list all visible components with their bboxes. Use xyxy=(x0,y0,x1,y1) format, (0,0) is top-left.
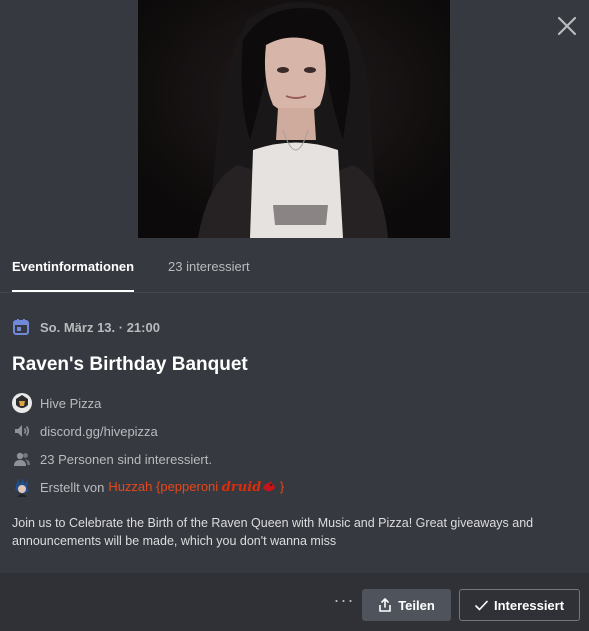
interested-label: Interessiert xyxy=(493,597,565,613)
event-description: Join us to Celebrate the Birth of the Ra… xyxy=(12,516,534,548)
event-title: Raven's Birthday Banquet xyxy=(12,354,248,375)
more-options-button[interactable]: ··· xyxy=(333,591,355,611)
bird-emoji-icon xyxy=(263,481,276,492)
event-date: So. März 13. · 21:00 xyxy=(40,319,160,335)
tab-interested[interactable]: 23 interessiert xyxy=(168,259,250,292)
event-details: So. März 13. · 21:00 Raven's Birthday Ba… xyxy=(0,293,589,573)
event-date-row: So. März 13. · 21:00 xyxy=(12,318,160,336)
event-interested-row: 23 Personen sind interessiert. xyxy=(12,449,212,469)
tab-event-info[interactable]: Eventinformationen xyxy=(12,259,135,292)
event-banner xyxy=(0,0,589,238)
server-name[interactable]: Hive Pizza xyxy=(40,396,101,411)
creator-name[interactable]: Huzzah {pepperoni druid } xyxy=(108,479,284,495)
creator-name-stylized: druid xyxy=(221,480,262,495)
event-creator-row: Erstellt von Huzzah {pepperoni druid } xyxy=(12,477,284,497)
banner-image xyxy=(138,0,450,238)
event-modal: Eventinformationen 23 interessiert So. M… xyxy=(0,0,589,631)
event-location-row: discord.gg/hivepizza xyxy=(12,421,158,441)
speaker-icon xyxy=(12,421,32,441)
banner-portrait xyxy=(138,0,450,238)
creator-name-prefix: Huzzah {pepperoni xyxy=(108,479,222,494)
creator-name-suffix: } xyxy=(276,479,285,494)
event-server-row: Hive Pizza xyxy=(12,393,101,413)
close-icon[interactable] xyxy=(556,15,578,37)
interested-button[interactable]: Interessiert xyxy=(459,589,580,621)
event-footer: ··· Teilen Interessiert xyxy=(0,573,589,631)
event-location[interactable]: discord.gg/hivepizza xyxy=(40,424,158,439)
event-tabs: Eventinformationen 23 interessiert xyxy=(0,238,589,293)
check-icon xyxy=(475,600,488,610)
server-avatar xyxy=(12,393,32,413)
share-button[interactable]: Teilen xyxy=(362,589,451,621)
share-label: Teilen xyxy=(398,597,435,613)
share-icon xyxy=(379,598,391,612)
people-icon xyxy=(12,449,32,469)
interested-count: 23 Personen sind interessiert. xyxy=(40,451,212,467)
creator-avatar xyxy=(12,477,32,497)
created-by-label: Erstellt von xyxy=(40,479,105,495)
calendar-icon xyxy=(13,319,29,335)
